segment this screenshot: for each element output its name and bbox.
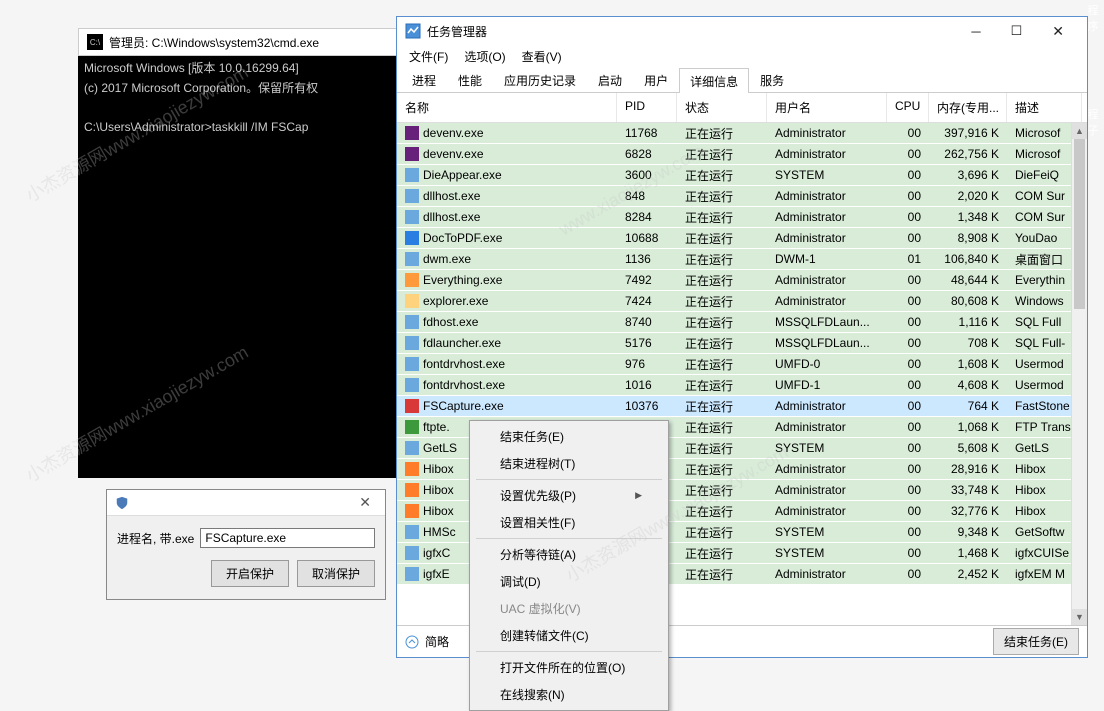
tab-性能[interactable]: 性能 (447, 67, 493, 92)
table-row[interactable]: devenv.exe6828正在运行Administrator00262,756… (397, 144, 1087, 165)
table-row[interactable]: dwm.exe1136正在运行DWM-101106,840 K桌面窗口 (397, 249, 1087, 270)
process-icon (405, 399, 419, 413)
col-mem[interactable]: 内存(专用... (929, 93, 1007, 122)
process-icon (405, 315, 419, 329)
maximize-button[interactable]: ☐ (996, 19, 1038, 43)
menu-item[interactable]: 创建转储文件(C) (472, 622, 666, 649)
scroll-up[interactable]: ▲ (1072, 123, 1087, 139)
table-row[interactable]: dllhost.exe8284正在运行Administrator001,348 … (397, 207, 1087, 228)
process-icon (405, 189, 419, 203)
start-protect-button[interactable]: 开启保护 (211, 560, 289, 587)
menu-item[interactable]: 调试(D) (472, 568, 666, 595)
table-row[interactable]: Everything.exe7492正在运行Administrator0048,… (397, 270, 1087, 291)
process-icon (405, 525, 419, 539)
menu-item[interactable]: 分析等待链(A) (472, 541, 666, 568)
collapse-icon[interactable] (405, 635, 419, 649)
table-row[interactable]: DieAppear.exe3600正在运行SYSTEM003,696 KDieF… (397, 165, 1087, 186)
process-icon (405, 336, 419, 350)
menu-item[interactable]: 在线搜索(N) (472, 681, 666, 708)
process-icon (405, 126, 419, 140)
menu-file[interactable]: 文件(F) (401, 46, 456, 67)
shield-icon (115, 496, 129, 510)
tab-进程[interactable]: 进程 (401, 67, 447, 92)
table-row[interactable]: devenv.exe11768正在运行Administrator00397,91… (397, 123, 1087, 144)
table-row[interactable]: explorer.exe7424正在运行Administrator0080,60… (397, 291, 1087, 312)
table-row[interactable]: fontdrvhost.exe976正在运行UMFD-0001,608 KUse… (397, 354, 1087, 375)
tab-用户[interactable]: 用户 (633, 67, 679, 92)
table-row[interactable]: fdlauncher.exe5176正在运行MSSQLFDLaun...0070… (397, 333, 1087, 354)
tab-服务[interactable]: 服务 (749, 67, 795, 92)
col-user[interactable]: 用户名 (767, 93, 887, 122)
scrollbar[interactable]: ▲ ▼ (1071, 123, 1087, 625)
protect-dialog: ✕ 进程名, 带.exe 开启保护 取消保护 (106, 489, 386, 600)
menu-item[interactable]: 设置优先级(P)▶ (472, 482, 666, 509)
col-pid[interactable]: PID (617, 93, 677, 122)
process-icon (405, 357, 419, 371)
table-header: 名称 PID 状态 用户名 CPU 内存(专用... 描述 (397, 93, 1087, 123)
table-row[interactable]: FSCapture.exe10376正在运行Administrator00764… (397, 396, 1087, 417)
process-icon (405, 378, 419, 392)
scroll-down[interactable]: ▼ (1072, 609, 1087, 625)
process-icon (405, 231, 419, 245)
tab-bar: 进程性能应用历史记录启动用户详细信息服务 (397, 67, 1087, 93)
process-icon (405, 462, 419, 476)
process-icon (405, 483, 419, 497)
tab-启动[interactable]: 启动 (587, 67, 633, 92)
close-button[interactable]: ✕ (353, 494, 377, 511)
col-desc[interactable]: 描述 (1007, 93, 1082, 122)
col-status[interactable]: 状态 (677, 93, 767, 122)
menubar: 文件(F) 选项(O) 查看(V) (397, 45, 1087, 67)
close-button[interactable]: ✕ (1037, 19, 1079, 44)
process-icon (405, 210, 419, 224)
menu-item[interactable]: 结束进程树(T) (472, 450, 666, 477)
cmd-title: 管理员: C:\Windows\system32\cmd.exe (109, 34, 319, 51)
tab-应用历史记录[interactable]: 应用历史记录 (493, 67, 587, 92)
fewer-details-button[interactable]: 简略 (425, 633, 449, 650)
minimize-button[interactable]: ─ (956, 20, 995, 43)
menu-view[interactable]: 查看(V) (514, 46, 570, 67)
process-icon (405, 504, 419, 518)
cmd-icon: C:\ (87, 34, 103, 50)
tab-详细信息[interactable]: 详细信息 (679, 68, 749, 93)
chevron-right-icon: ▶ (635, 490, 642, 501)
process-icon (405, 252, 419, 266)
end-task-button[interactable]: 结束任务(E) (993, 628, 1079, 655)
process-icon (405, 168, 419, 182)
table-row[interactable]: DocToPDF.exe10688正在运行Administrator008,90… (397, 228, 1087, 249)
window-title: 任务管理器 (427, 23, 956, 40)
process-icon (405, 441, 419, 455)
process-name-label: 进程名, 带.exe (117, 530, 194, 547)
scroll-thumb[interactable] (1074, 139, 1085, 309)
process-icon (405, 294, 419, 308)
menu-item[interactable]: 结束任务(E) (472, 423, 666, 450)
process-icon (405, 546, 419, 560)
col-name[interactable]: 名称 (397, 93, 617, 122)
col-cpu[interactable]: CPU (887, 93, 929, 122)
context-menu: 结束任务(E)结束进程树(T) 设置优先级(P)▶设置相关性(F) 分析等待链(A)… (469, 420, 669, 711)
titlebar[interactable]: 任务管理器 ─ ☐ ✕ (397, 17, 1087, 45)
table-row[interactable]: fdhost.exe8740正在运行MSSQLFDLaun...001,116 … (397, 312, 1087, 333)
process-icon (405, 420, 419, 434)
taskmgr-icon (405, 23, 421, 39)
menu-item[interactable]: 打开文件所在的位置(O) (472, 654, 666, 681)
menu-item: UAC 虚拟化(V) (472, 595, 666, 622)
cancel-protect-button[interactable]: 取消保护 (297, 560, 375, 587)
menu-options[interactable]: 选项(O) (456, 46, 513, 67)
process-icon (405, 273, 419, 287)
process-name-input[interactable] (200, 528, 375, 548)
table-row[interactable]: dllhost.exe848正在运行Administrator002,020 K… (397, 186, 1087, 207)
process-icon (405, 567, 419, 581)
menu-item[interactable]: 设置相关性(F) (472, 509, 666, 536)
table-row[interactable]: fontdrvhost.exe1016正在运行UMFD-1004,608 KUs… (397, 375, 1087, 396)
process-icon (405, 147, 419, 161)
